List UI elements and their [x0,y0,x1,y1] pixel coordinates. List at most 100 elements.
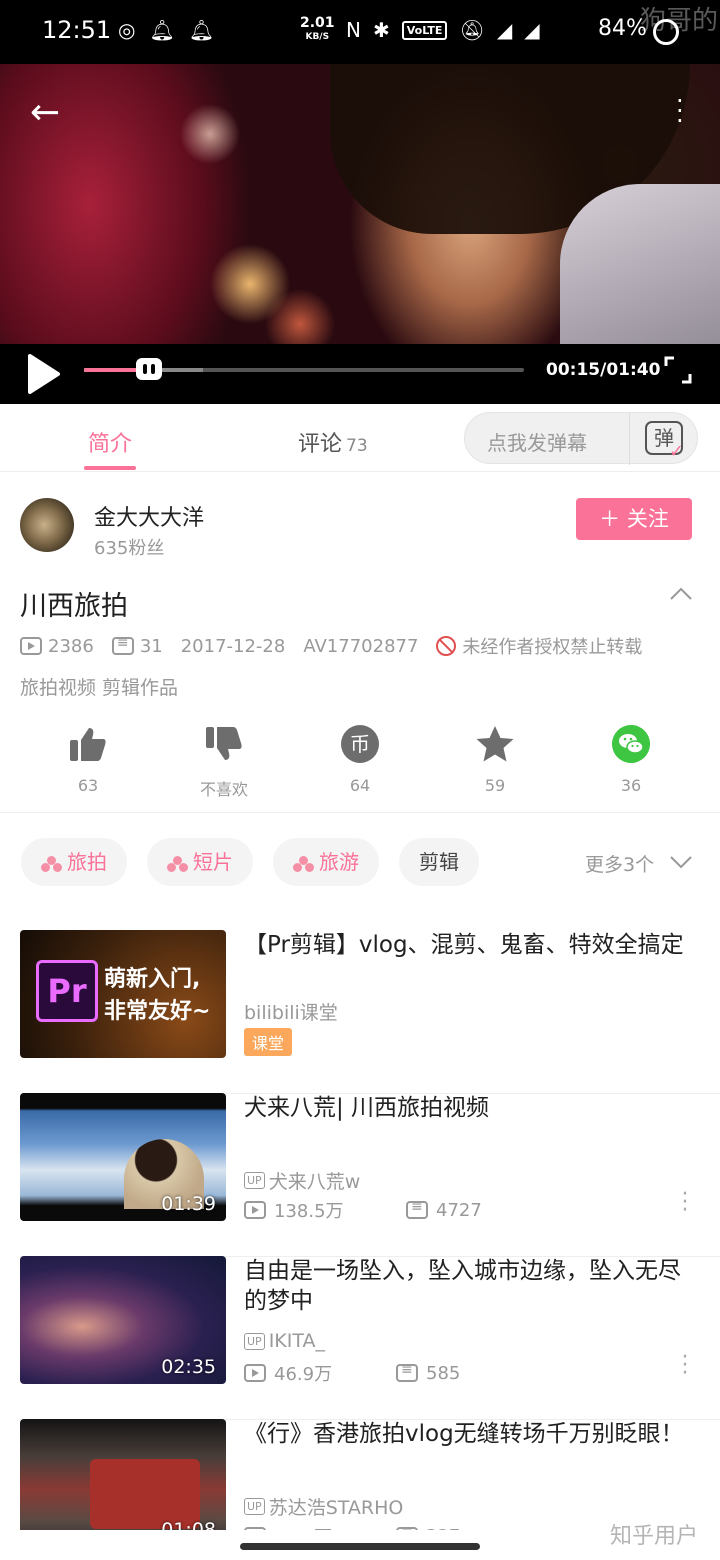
danmaku-input[interactable]: 点我发弹幕 弹 ✓ [464,412,698,465]
av-number: AV17702877 [303,635,419,657]
related-stats: 46.9万 585 [244,1360,460,1386]
back-arrow-icon[interactable]: ← [30,92,60,133]
uploader-name[interactable]: 金大大大洋 [94,500,204,532]
video-thumbnail: 02:35 [20,1256,226,1384]
watermark: 狗哥的 [640,6,719,36]
player-controls: 00:15/01:40 [0,344,720,404]
tag-plain[interactable]: 剪辑 [399,838,479,886]
danmaku-count: 31 [139,635,163,657]
related-uploader: bilibili课堂 [244,1002,338,1024]
dislike-button[interactable]: 不喜欢 [179,722,269,800]
thumbs-down-icon [206,727,242,760]
bluetooth-icon: ✱ [372,18,390,42]
no-repost-icon [436,636,457,656]
bell-icon-2: 🔔︎ [188,18,215,42]
check-icon: ✓ [669,441,685,462]
video-thumbnail: 01:08 [20,1419,226,1547]
play-count-icon [244,1364,266,1382]
dislike-label: 不喜欢 [199,780,248,799]
related-video-item[interactable]: Pr 萌新入门,非常友好~ 【Pr剪辑】vlog、混剪、鬼畜、特效全搞定 bil… [0,930,720,1094]
more-vertical-icon[interactable]: · · · [676,89,684,133]
up-badge: UP [244,1172,265,1189]
related-uploader: UP 犬来八荒w [244,1167,360,1194]
video-duration: 01:39 [161,1193,216,1215]
status-time: 12:51 [42,16,112,44]
video-duration: 02:35 [161,1356,216,1378]
tab-bar: 简介 评论 73 点我发弹幕 弹 ✓ [0,404,720,472]
chevron-down-icon[interactable] [670,850,692,872]
video-frame[interactable]: ← · · · [0,64,720,344]
seek-thumb[interactable] [136,358,162,380]
tab-intro[interactable]: 简介 [88,426,132,458]
mute-icon: 🔕︎ [459,18,485,42]
course-badge: 课堂 [244,1028,293,1056]
channel-icon [167,855,189,872]
play-icon[interactable] [24,352,64,396]
divider [0,812,720,813]
follow-button[interactable]: ＋ 关注 [576,498,692,540]
tag-channel[interactable]: 旅拍 [21,838,127,886]
watermark: 知乎用户 [610,1524,699,1549]
tab-indicator [84,466,136,470]
related-video-item[interactable]: 01:39 犬来八荒| 川西旅拍视频 UP犬来八荒w 138.5万 4727 ·… [0,1093,720,1257]
share-wechat-button[interactable]: 36 [586,722,676,795]
video-thumbnail: Pr 萌新入门,非常友好~ [20,930,226,1058]
related-uploader: UP 苏达浩STARHO [244,1493,403,1520]
no-repost-notice: 未经作者授权禁止转载 [462,637,643,658]
comment-count: 73 [346,436,368,456]
status-bar: 12:51 ◎ 🔔︎ 🔔︎ 2.01 KB/S N ✱ VoLTE 🔕︎ ◢ ◢… [0,0,720,64]
collapse-chevron-icon[interactable] [670,584,692,606]
up-badge: UP [244,1498,265,1515]
signal-4g-icon: ◢ [524,18,540,42]
play-count-icon [244,1201,266,1219]
more-vertical-icon[interactable]: · · · [680,1347,690,1385]
danmaku-count-icon [396,1362,418,1382]
tag-channel[interactable]: 短片 [147,838,253,886]
nfc-icon: N [346,18,361,42]
premiere-logo-icon: Pr [36,960,98,1022]
signal-icon: ◢ [496,18,513,42]
video-category: 旅拍视频 剪辑作品 [20,677,179,699]
danmaku-count-icon [406,1199,428,1219]
coin-button[interactable]: 币 64 [315,722,405,795]
channel-icon [41,855,63,872]
wechat-icon [612,725,650,763]
uploader-fans: 635粉丝 [94,538,165,559]
coin-icon: 币 [341,725,379,763]
volte-icon: VoLTE [401,20,448,40]
tab-comments[interactable]: 评论 73 [298,426,368,458]
related-title: 《行》香港旅拍vlog无缝转场千万别眨眼！ [244,1421,684,1447]
thumbnail-caption: 萌新入门,非常友好~ [104,967,211,1024]
favorite-button[interactable]: 59 [450,722,540,795]
related-video-item[interactable]: 02:35 自由是一场坠入，坠入城市边缘，坠入无尽的梦中 UP IKITA_ 46… [0,1256,720,1420]
publish-date: 2017-12-28 [180,635,286,657]
app-notification-icon: ◎ [118,18,136,42]
like-count: 63 [77,776,99,795]
tag-channel[interactable]: 旅游 [273,838,379,886]
view-count: 2386 [48,635,94,657]
favorite-count: 59 [484,776,506,795]
more-vertical-icon[interactable]: · · · [680,1184,690,1222]
coin-count: 64 [349,776,371,795]
up-badge: UP [244,1332,265,1350]
related-stats: 138.5万 4727 [244,1197,482,1223]
star-icon [476,726,514,762]
home-indicator[interactable] [240,1543,480,1550]
uploader-avatar[interactable] [20,498,74,552]
related-uploader: UP IKITA_ [244,1330,325,1352]
thumbs-up-icon [70,728,106,761]
bell-icon: 🔔︎ [149,18,175,42]
danmaku-placeholder: 点我发弹幕 [487,431,587,455]
video-title: 川西旅拍 [20,591,128,622]
more-tags-button[interactable]: 更多3个 [585,850,654,877]
related-title: 【Pr剪辑】vlog、混剪、鬼畜、特效全搞定 [244,932,684,958]
like-button[interactable]: 63 [43,722,133,795]
share-count: 36 [620,776,642,795]
fullscreen-icon[interactable] [664,356,692,384]
related-title: 自由是一场坠入，坠入城市边缘，坠入无尽的梦中 [244,1258,681,1314]
channel-icon [293,855,315,872]
playback-time: 00:15/01:40 [546,360,661,380]
play-count-icon [20,637,42,655]
network-speed: 2.01 KB/S [300,15,335,42]
video-meta: 2386 31 2017-12-28 AV17702877 未经作者授权禁止转载 [20,633,642,659]
